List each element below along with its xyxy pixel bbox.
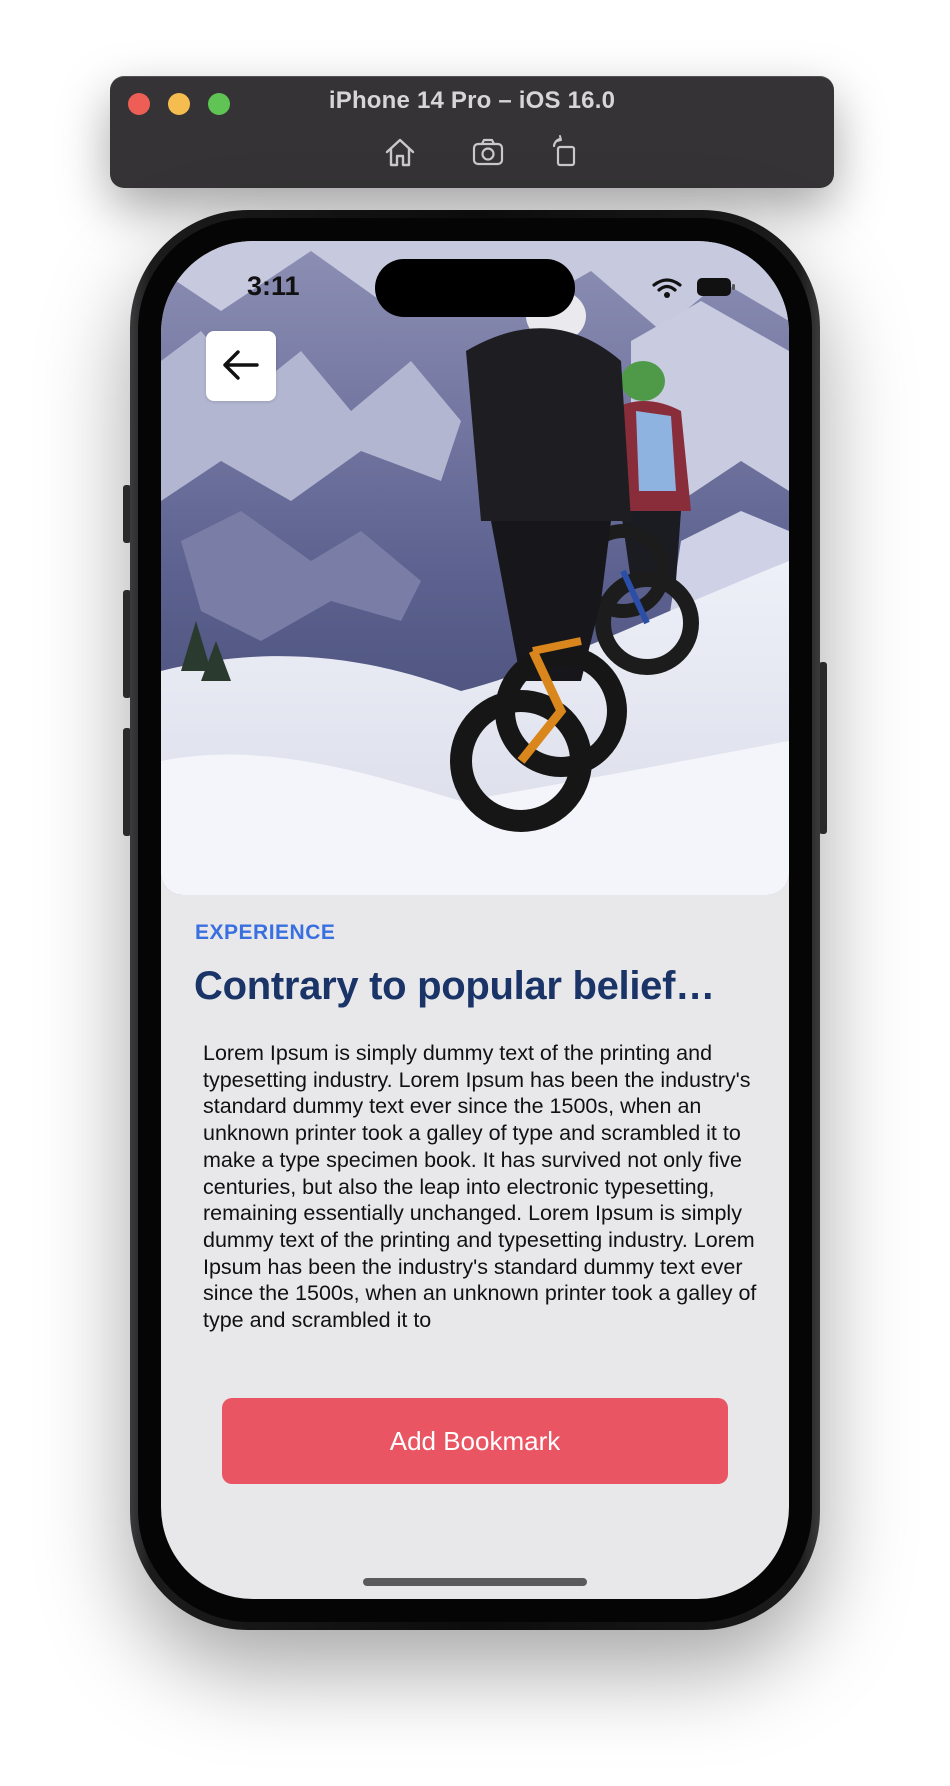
category-label: EXPERIENCE [195, 921, 336, 944]
article-body: Lorem Ipsum is simply dummy text of the … [203, 1041, 757, 1333]
screenshot-icon[interactable] [470, 134, 506, 170]
dynamic-island [375, 259, 575, 317]
home-icon[interactable] [382, 134, 418, 170]
app-screen: 3:11 EXPERIENCE Contrary to popular beli… [161, 241, 789, 1599]
rotate-icon[interactable] [548, 134, 584, 170]
add-bookmark-button[interactable]: Add Bookmark [222, 1398, 728, 1484]
home-indicator[interactable] [363, 1578, 587, 1586]
battery-icon [696, 276, 736, 303]
back-button[interactable] [206, 331, 276, 401]
wifi-icon [652, 277, 682, 304]
article-title: Contrary to popular belief… [194, 964, 715, 1008]
simulator-title: iPhone 14 Pro – iOS 16.0 [328, 87, 616, 114]
power-button [819, 662, 827, 834]
status-time: 3:11 [247, 271, 300, 301]
arrow-left-icon [221, 349, 261, 384]
